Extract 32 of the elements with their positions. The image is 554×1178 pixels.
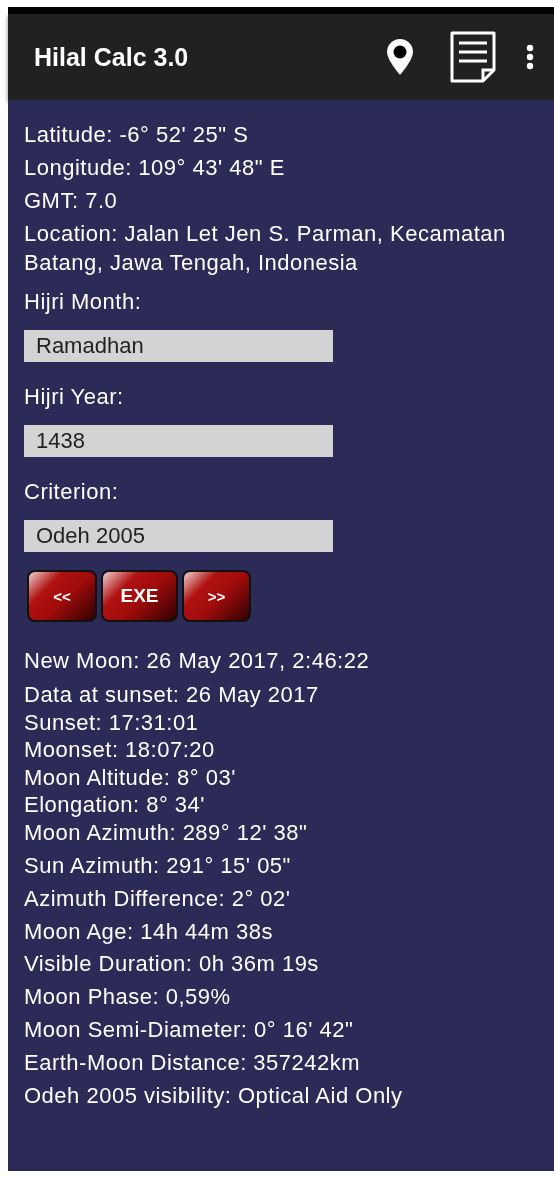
input-field[interactable]: Odeh 2005: [24, 520, 333, 552]
result-text: New Moon: 26 May 2017, 2:46:22: [24, 647, 371, 675]
action-button[interactable]: >>: [182, 570, 251, 622]
field-label: Criterion:: [24, 478, 120, 506]
document-icon[interactable]: [450, 31, 496, 83]
result-text: Data at sunset: 26 May 2017: [24, 681, 320, 709]
result-text: Moon Semi-Diameter: 0° 16' 42": [24, 1016, 355, 1044]
result-text: Earth-Moon Distance: 357242km: [24, 1048, 362, 1077]
result-text: Moon Age: 14h 44m 38s: [24, 917, 274, 946]
info-text: GMT: 7.0: [24, 187, 119, 215]
result-text: Odeh 2005 visibility: Optical Aid Only: [24, 1081, 404, 1110]
result-text: Elongation: 8° 34': [24, 791, 206, 819]
action-button[interactable]: <<: [27, 570, 97, 622]
result-text: Sunset: 17:31:01: [24, 708, 200, 736]
action-button[interactable]: EXE: [101, 570, 178, 622]
result-text: Moon Azimuth: 289° 12' 38": [24, 818, 309, 846]
info-text: Location: Jalan Let Jen S. Parman, Kecamatan Batang, Jawa Tengah, Indonesia: [24, 220, 507, 277]
info-text: Longitude: 109° 43' 48" E: [24, 154, 286, 182]
input-field[interactable]: 1438: [24, 425, 333, 457]
field-label: Hijri Year:: [24, 383, 125, 411]
result-text: Azimuth Difference: 2° 02': [24, 884, 292, 913]
result-text: Moonset: 18:07:20: [24, 736, 216, 764]
location-pin-icon[interactable]: [386, 38, 414, 76]
more-menu-icon[interactable]: [526, 44, 534, 70]
info-text: Latitude: -6° 52' 25" S: [24, 121, 250, 149]
result-text: Moon Altitude: 8° 03': [24, 763, 237, 791]
result-text: Sun Azimuth: 291° 15' 05": [24, 852, 292, 880]
app-title: Hilal Calc 3.0: [34, 42, 190, 72]
result-text: Moon Phase: 0,59%: [24, 983, 232, 1012]
input-field[interactable]: Ramadhan: [24, 330, 333, 362]
field-label: Hijri Month:: [24, 288, 143, 316]
result-text: Visible Duration: 0h 36m 19s: [24, 950, 320, 979]
